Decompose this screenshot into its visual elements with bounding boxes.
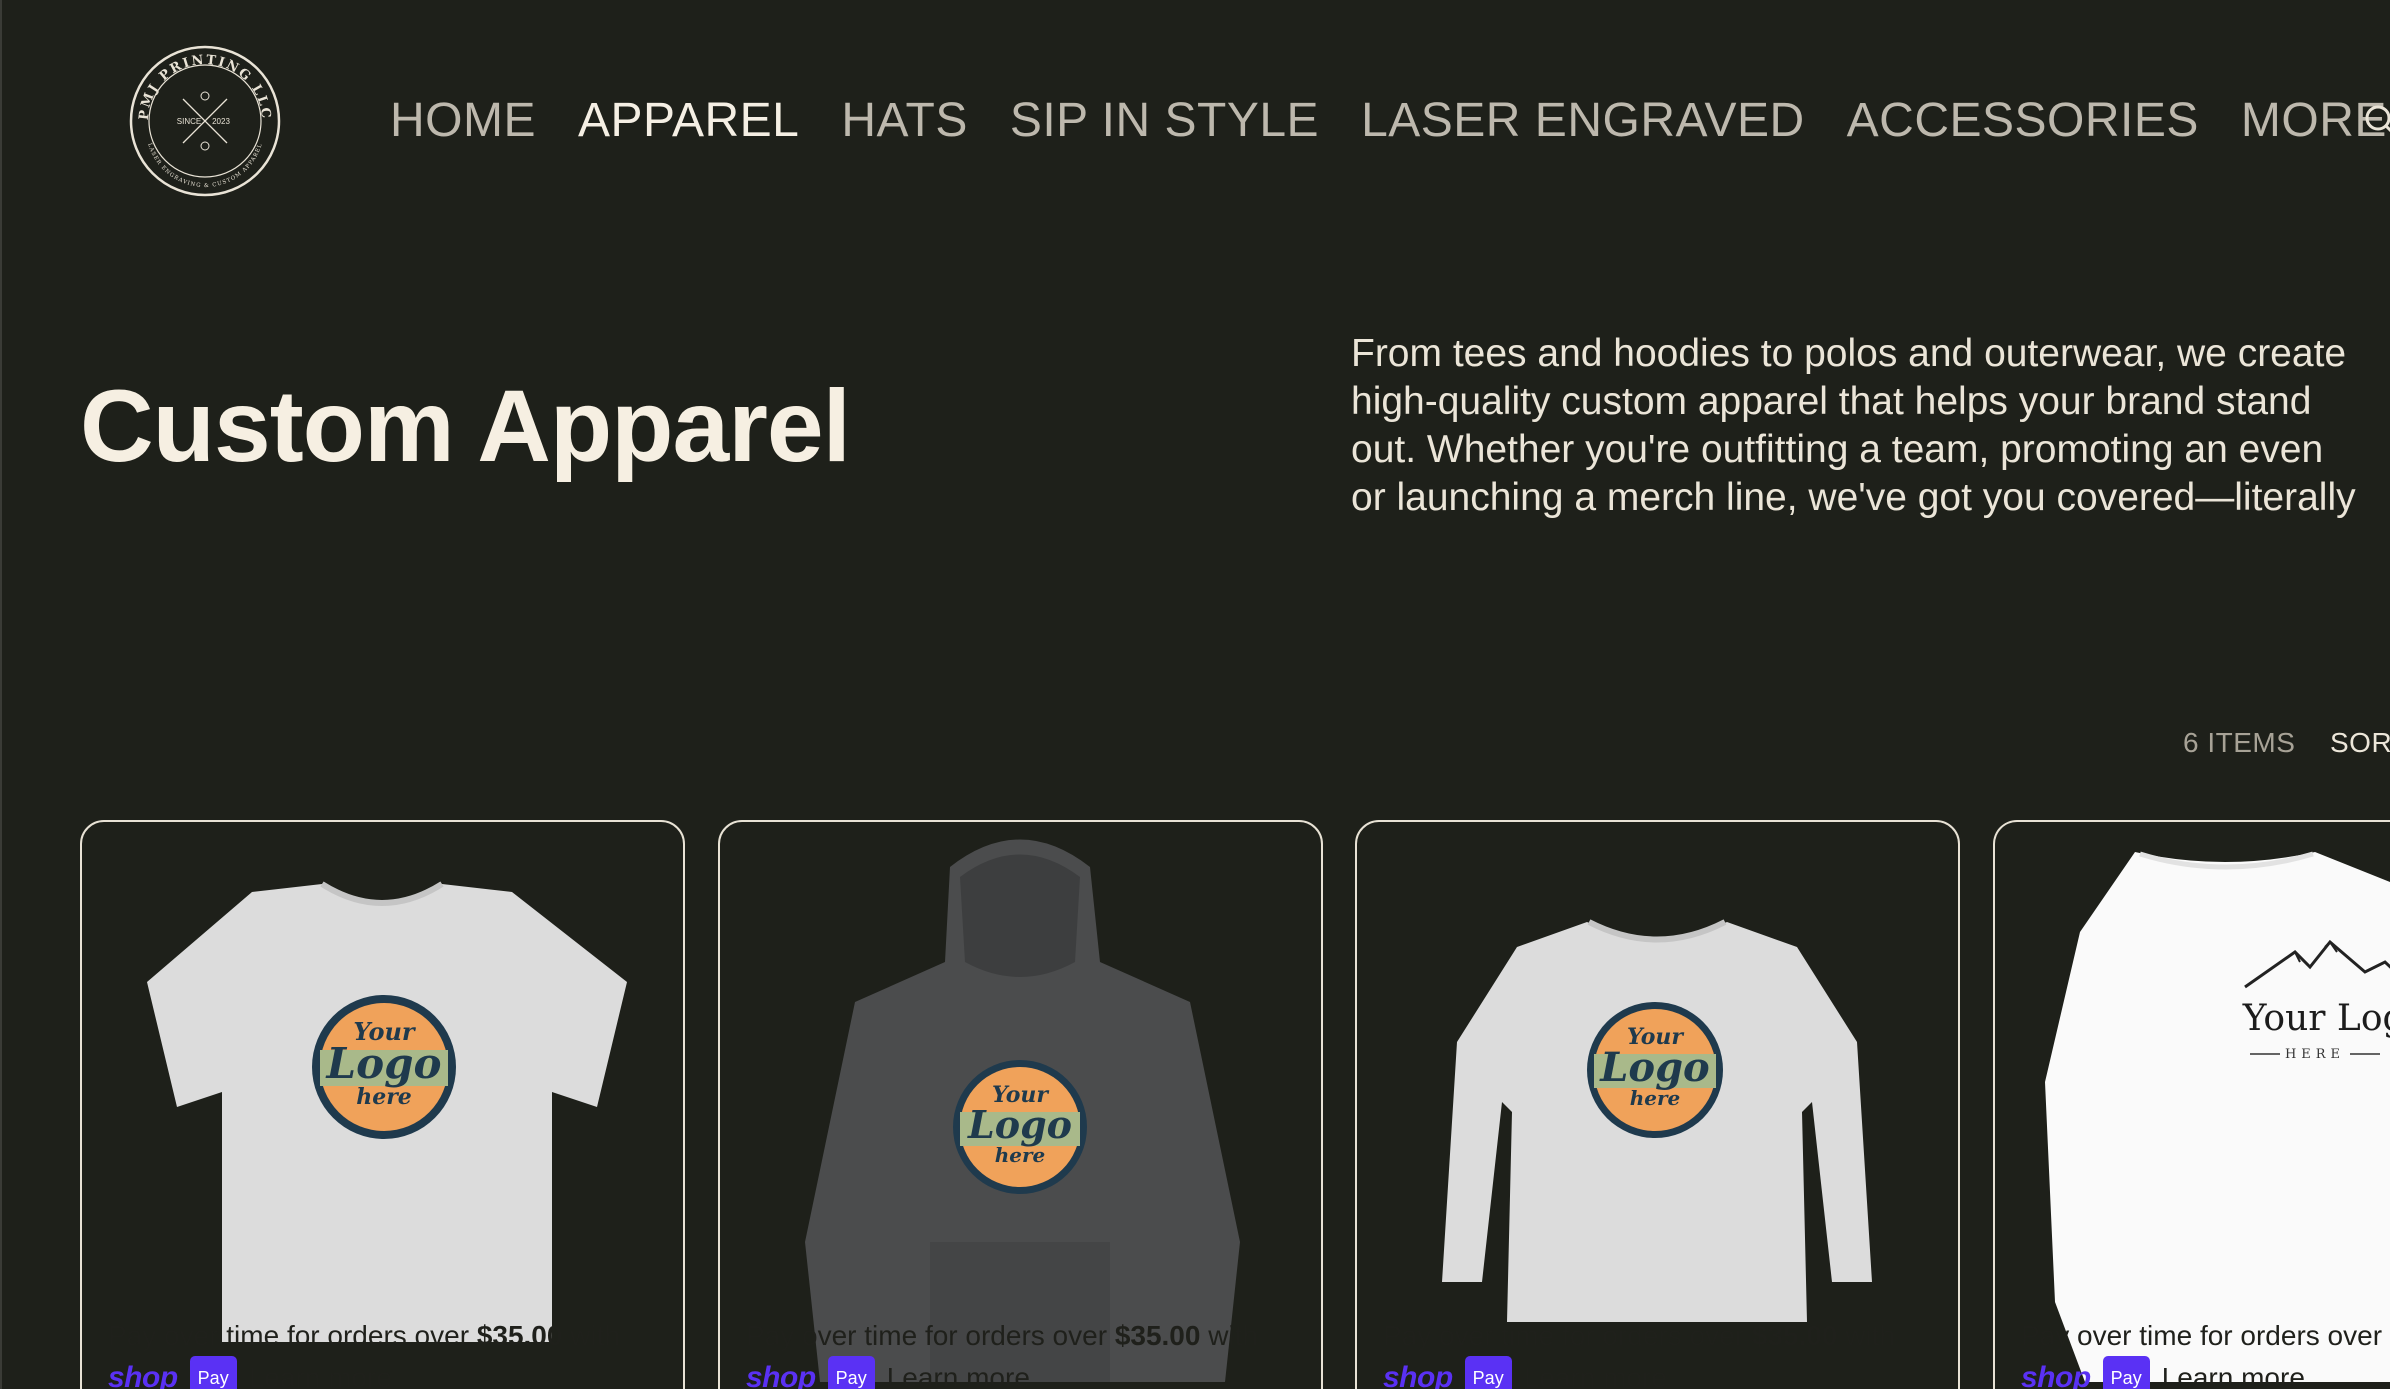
installments-threshold: $35.00 (476, 1320, 563, 1351)
product-card[interactable]: Your Logo here Pay over time for orders … (718, 820, 1323, 1389)
installments-suffix: with (1837, 1320, 1896, 1351)
mockup-logo: Logo (1599, 1044, 1709, 1091)
mockup-here: HERE (2285, 1047, 2345, 1062)
learn-more-link[interactable]: Learn more (887, 1358, 1030, 1389)
learn-more-link[interactable]: Learn more (1524, 1358, 1667, 1389)
nav-item-hats[interactable]: HATS (841, 93, 967, 148)
pay-badge: Pay (827, 1356, 875, 1389)
logo-mockup: Your Logo here (312, 995, 456, 1139)
tshirt-image[interactable]: Your Logo here (82, 822, 683, 1382)
shop-pay-installments: Pay over time for orders over $35.00 wit… (746, 1316, 1306, 1389)
installments-suffix: with (562, 1320, 621, 1351)
pay-badge: Pay (189, 1356, 237, 1389)
mockup-your-logo: Your Logo (2242, 998, 2390, 1039)
white-longsleeve-image[interactable]: Your Logo HERE (1995, 822, 2390, 1382)
learn-more-link[interactable]: Learn more (2162, 1358, 2305, 1389)
mockup-here: here (356, 1084, 412, 1110)
page-edge (0, 0, 2, 1389)
installments-text: Pay over time for orders over (2021, 1320, 2383, 1351)
nav-item-accessories[interactable]: ACCESSORIES (1847, 93, 2199, 148)
shop-pay-logo: shop (746, 1361, 816, 1389)
brand-since: SINCE (177, 117, 201, 126)
installments-text: Pay over time for orders over (108, 1320, 477, 1351)
product-card[interactable]: Your Logo here Pay over time for orders … (1355, 820, 1960, 1389)
installments-threshold: $35.00 (1751, 1320, 1838, 1351)
sort-dropdown[interactable]: SORT (2330, 727, 2390, 759)
mockup-here: here (995, 1143, 1046, 1167)
brand-logo[interactable]: PMJ PRINTING LLC LASER ENGRAVING & CUSTO… (128, 44, 282, 198)
mockup-here: here (1630, 1086, 1681, 1110)
nav-item-home[interactable]: HOME (390, 93, 536, 148)
main-nav: HOME APPAREL HATS SIP IN STYLE LASER ENG… (390, 88, 2387, 152)
description-line: From tees and hoodies to polos and outer… (1351, 332, 2347, 375)
shop-pay-logo: shop (2021, 1361, 2091, 1389)
learn-more-link[interactable]: Learn more (249, 1358, 392, 1389)
pay-badge: Pay (2102, 1356, 2150, 1389)
installments-threshold: $35.00 (1114, 1320, 1201, 1351)
product-card[interactable]: Your Logo here Pay over time for orders … (80, 820, 685, 1389)
logo-mockup: Your Logo here (1587, 1002, 1723, 1138)
mockup-logo: Logo (326, 1039, 442, 1088)
description-line: out. Whether you're outfitting a team, p… (1351, 428, 2324, 471)
logo-mockup: Your Logo here (953, 1060, 1087, 1194)
collection-description: From tees and hoodies to polos and outer… (1351, 330, 2390, 522)
shop-pay-installments: Pay over time for orders over shop Pay L… (2021, 1316, 2390, 1389)
shop-pay-installments: Pay over time for orders over $35.00 wit… (108, 1316, 668, 1389)
installments-text: Pay over time for orders over (746, 1320, 1115, 1351)
pay-badge: Pay (1464, 1356, 1512, 1389)
nav-item-sip-in-style[interactable]: SIP IN STYLE (1010, 93, 1319, 148)
description-line: high-quality custom apparel that helps y… (1351, 380, 2312, 423)
mockup-logo: Logo (967, 1102, 1072, 1147)
brand-year: 2023 (212, 117, 230, 126)
installments-suffix: with (1200, 1320, 1259, 1351)
shop-pay-logo: shop (1383, 1361, 1453, 1389)
hoodie-image[interactable]: Your Logo here (720, 822, 1321, 1382)
longsleeve-image[interactable]: Your Logo here (1357, 822, 1958, 1382)
items-count: 6 ITEMS (2183, 727, 2296, 758)
shop-pay-logo: shop (108, 1361, 178, 1389)
search-icon[interactable] (2362, 102, 2390, 142)
installments-text: Pay over time for orders over (1383, 1320, 1752, 1351)
nav-item-apparel[interactable]: APPAREL (578, 93, 799, 148)
product-card[interactable]: Your Logo HERE Pay over time for orders … (1993, 820, 2390, 1389)
description-line: or launching a merch line, we've got you… (1351, 476, 2356, 519)
shop-pay-installments: Pay over time for orders over $35.00 wit… (1383, 1316, 1943, 1389)
page-title: Custom Apparel (80, 369, 851, 483)
nav-item-laser-engraved[interactable]: LASER ENGRAVED (1361, 93, 1805, 148)
